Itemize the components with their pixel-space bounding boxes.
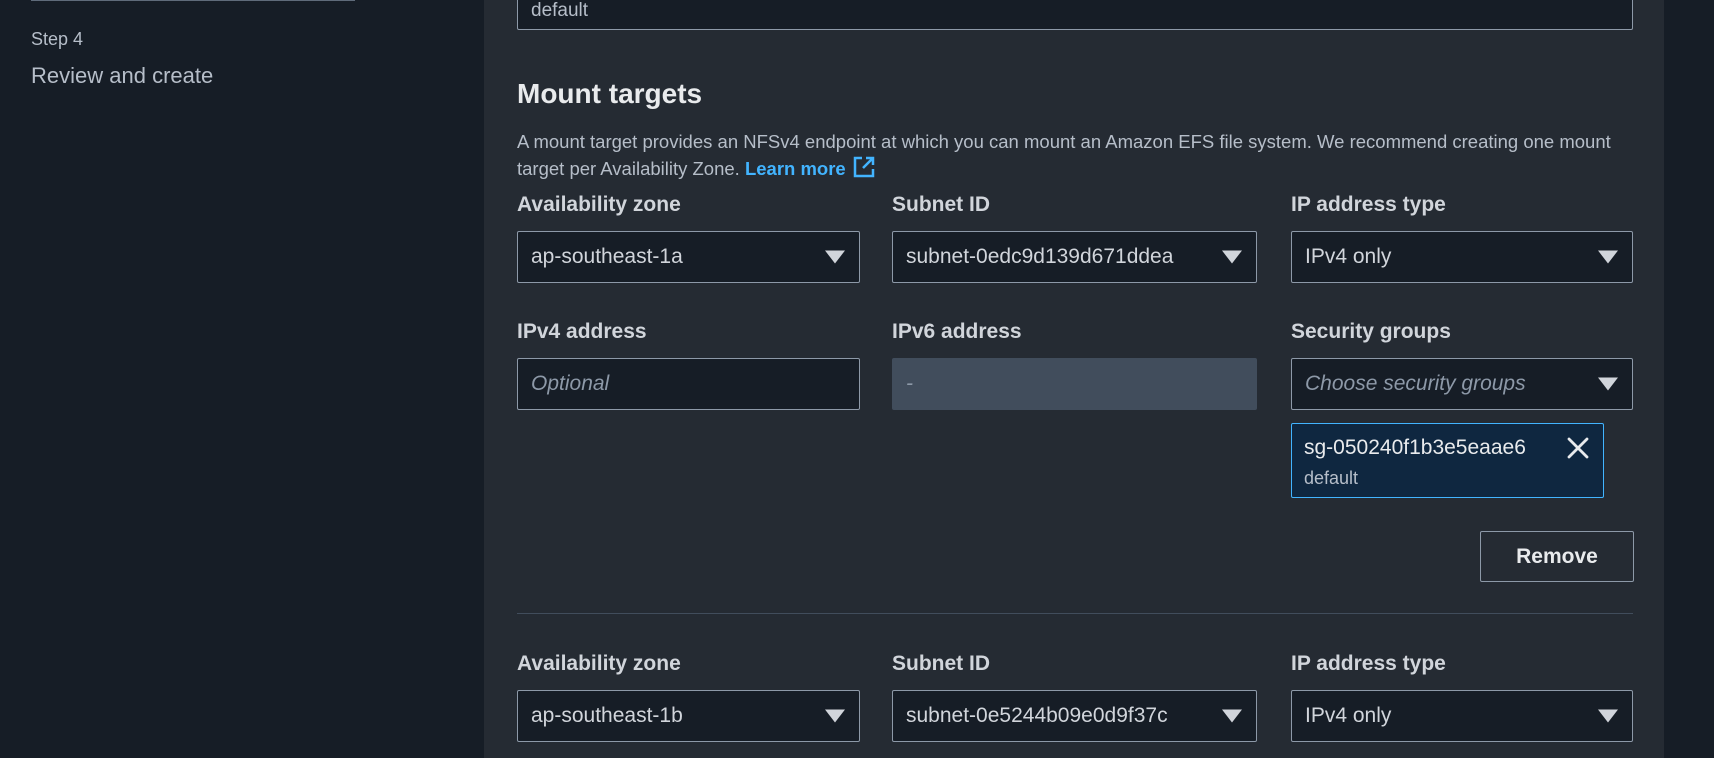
caret-down-icon [1598,709,1618,723]
section-title: Mount targets [517,78,703,109]
step-4-review-and-create-link[interactable]: Review and create [31,63,213,89]
ip-address-type-select[interactable]: IPv4 only [1291,231,1633,283]
availability-zone-label: Availability zone [517,652,681,675]
ip-address-type-value: IPv4 only [1305,704,1392,727]
caret-down-icon [1598,250,1618,264]
ipv6-address-label: IPv6 address [892,320,1022,343]
dismiss-token-close-icon[interactable] [1565,435,1591,461]
mount-target-divider [517,613,1633,614]
ip-address-type-label: IP address type [1291,652,1446,675]
ipv6-address-input: - [892,358,1257,410]
step-4-label: Step 4 [31,29,84,49]
previous-field-value: default [531,0,589,21]
security-group-token-name: default [1304,468,1359,488]
subnet-id-label: Subnet ID [892,193,990,216]
subnet-id-value: subnet-0e5244b09e0d9f37c [906,704,1168,727]
ipv6-address-value: - [906,372,913,395]
ip-address-type-label: IP address type [1291,193,1446,216]
ipv4-address-input[interactable]: Optional [517,358,860,410]
availability-zone-select[interactable]: ap-southeast-1b [517,690,860,742]
security-group-token-id: sg-050240f1b3e5eaae6 [1304,436,1526,459]
section-description: A mount target provides an NFSv4 endpoin… [517,129,1637,186]
learn-more-link[interactable]: Learn more [744,156,876,179]
right-gutter [1664,0,1714,758]
security-group-token: sg-050240f1b3e5eaae6 default [1291,423,1604,498]
caret-down-icon [825,709,845,723]
security-groups-label: Security groups [1291,320,1451,343]
sidebar-divider [31,0,355,1]
caret-down-icon [825,250,845,264]
subnet-id-select[interactable]: subnet-0edc9d139d671ddea [892,231,1257,283]
security-groups-select[interactable]: Choose security groups [1291,358,1633,410]
previous-field[interactable]: default [517,0,1633,30]
section-description-text: A mount target provides an NFSv4 endpoin… [517,131,1611,179]
learn-more-label: Learn more [744,158,846,179]
subnet-id-select[interactable]: subnet-0e5244b09e0d9f37c [892,690,1257,742]
security-groups-placeholder: Choose security groups [1305,372,1526,395]
availability-zone-select[interactable]: ap-southeast-1a [517,231,860,283]
ip-address-type-value: IPv4 only [1305,245,1392,268]
caret-down-icon [1222,709,1242,723]
external-link-icon [852,155,876,186]
ipv4-address-label: IPv4 address [517,320,647,343]
caret-down-icon [1222,250,1242,264]
availability-zone-label: Availability zone [517,193,681,216]
ipv4-address-placeholder: Optional [531,372,610,395]
subnet-id-label: Subnet ID [892,652,990,675]
wizard-sidebar: Step 4 Review and create [0,0,485,758]
availability-zone-value: ap-southeast-1b [531,704,683,727]
ip-address-type-select[interactable]: IPv4 only [1291,690,1633,742]
caret-down-icon [1598,377,1618,391]
availability-zone-value: ap-southeast-1a [531,245,683,268]
remove-mount-target-button[interactable]: Remove [1480,531,1634,582]
subnet-id-value: subnet-0edc9d139d671ddea [906,245,1174,268]
